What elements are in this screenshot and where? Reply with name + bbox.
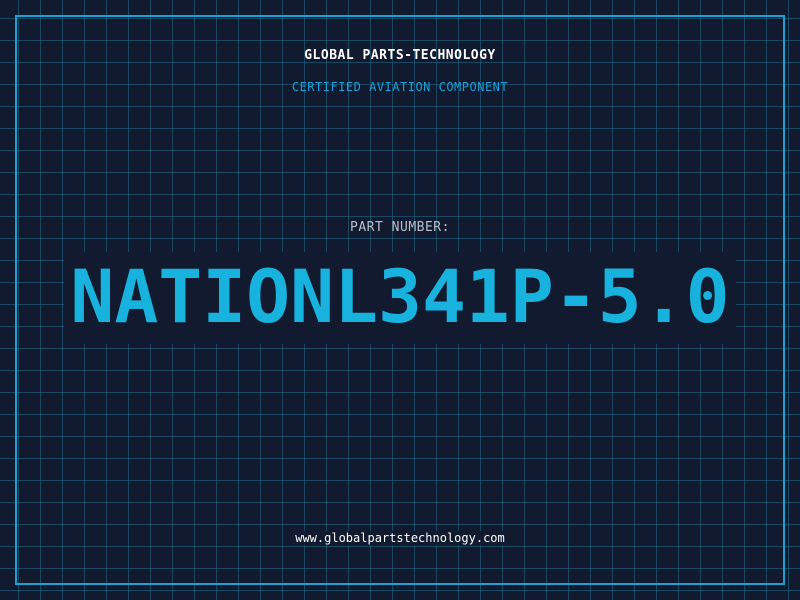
part-number-label: PART NUMBER: <box>350 220 450 235</box>
certification-tagline: CERTIFIED AVIATION COMPONENT <box>291 80 509 94</box>
certificate-page: GLOBAL PARTS-TECHNOLOGY CERTIFIED AVIATI… <box>0 0 800 600</box>
part-number-value: NATIONL341P-5.0 <box>64 252 736 344</box>
part-number-container: NATIONL341P-5.0 <box>0 252 800 344</box>
company-name: GLOBAL PARTS-TECHNOLOGY <box>304 48 496 63</box>
website-footer: www.globalpartstechnology.com <box>0 531 800 545</box>
website-url[interactable]: www.globalpartstechnology.com <box>291 531 509 545</box>
